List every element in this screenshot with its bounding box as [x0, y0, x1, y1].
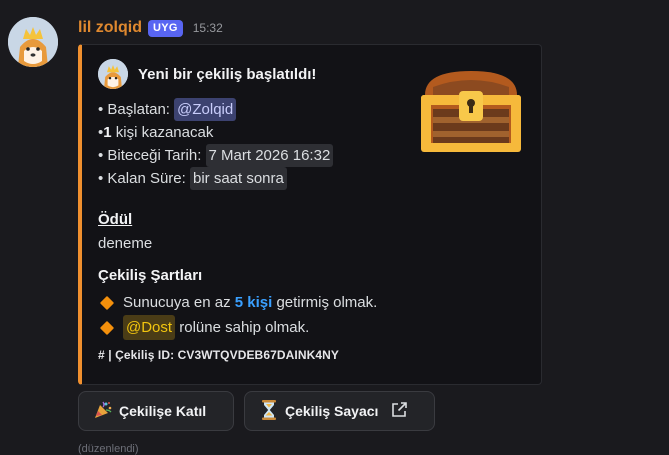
app-badge: UYG: [148, 19, 183, 37]
join-giveaway-button[interactable]: Çekilişe Katıl: [78, 391, 234, 431]
host-mention[interactable]: @Zolqid: [174, 98, 237, 121]
role-mention[interactable]: @Dost: [123, 315, 176, 340]
chat-message: lil zolqid UYG 15:32 Yeni bir çekiliş ba…: [0, 0, 669, 455]
end-date-label: • Biteceği Tarih:: [98, 147, 202, 164]
username[interactable]: lil zolqid: [78, 19, 142, 37]
giveaway-details: • Başlatan: @Zolqid • 1 kişi kazanacak •…: [98, 98, 334, 190]
winners-text: kişi kazanacak: [111, 124, 214, 141]
embed-author-name: Yeni bir çekiliş başlatıldı!: [138, 65, 317, 83]
join-giveaway-label: Çekilişe Katıl: [119, 403, 207, 419]
prize-title: Ödül: [98, 211, 133, 228]
requirements-title: Çekiliş Şartları: [98, 267, 203, 284]
orange-diamond-icon: [99, 320, 115, 335]
timestamp[interactable]: 15:32: [193, 21, 223, 35]
party-popper-icon: [93, 400, 113, 423]
requirements-list: Sunucuya en az 5 kişi getirmiş olmak. @D…: [99, 290, 378, 340]
user-avatar[interactable]: [8, 17, 58, 67]
host-label: • Başlatan:: [98, 101, 170, 118]
end-date-value[interactable]: 7 Mart 2026 16:32: [205, 144, 334, 167]
host-line: • Başlatan: @Zolqid: [98, 98, 333, 121]
giveaway-timer-label: Çekiliş Sayacı: [285, 403, 379, 419]
requirement-text: getirmiş olmak.: [272, 294, 378, 311]
giveaway-id-footer: # | Çekiliş ID: CV3WTQVDEB67DAINK4NY: [98, 348, 340, 362]
requirement-highlight: 5 kişi: [234, 294, 273, 311]
winners-line: • 1 kişi kazanacak: [98, 121, 333, 144]
embed-author: Yeni bir çekiliş başlatıldı!: [98, 59, 316, 89]
remaining-value[interactable]: bir saat sonra: [189, 167, 287, 190]
requirement-item: Sunucuya en az 5 kişi getirmiş olmak.: [99, 290, 378, 315]
treasure-chest-icon[interactable]: [419, 65, 523, 155]
giveaway-embed: Yeni bir çekiliş başlatıldı! • Başlatan:…: [78, 44, 542, 385]
requirement-text: rolüne sahip olmak.: [175, 319, 310, 336]
remaining-label: • Kalan Süre:: [98, 170, 186, 187]
author-avatar-icon: [98, 59, 128, 89]
action-buttons: Çekilişe Katıl Çekiliş Sayacı: [78, 391, 435, 431]
giveaway-timer-button[interactable]: Çekiliş Sayacı: [244, 391, 435, 431]
requirement-text: Sunucuya en az: [123, 294, 235, 311]
prize-value: deneme: [98, 235, 153, 252]
edited-label: (düzenlendi): [78, 443, 139, 455]
winners-count: 1: [103, 124, 112, 141]
end-date-line: • Biteceği Tarih: 7 Mart 2026 16:32: [98, 144, 334, 167]
remaining-line: • Kalan Süre: bir saat sonra: [98, 167, 333, 190]
requirement-item: @Dost rolüne sahip olmak.: [99, 315, 377, 340]
orange-diamond-icon: [99, 295, 115, 310]
hourglass-icon: [259, 399, 279, 424]
message-header: lil zolqid UYG 15:32: [78, 16, 223, 40]
external-link-icon: [390, 401, 408, 422]
